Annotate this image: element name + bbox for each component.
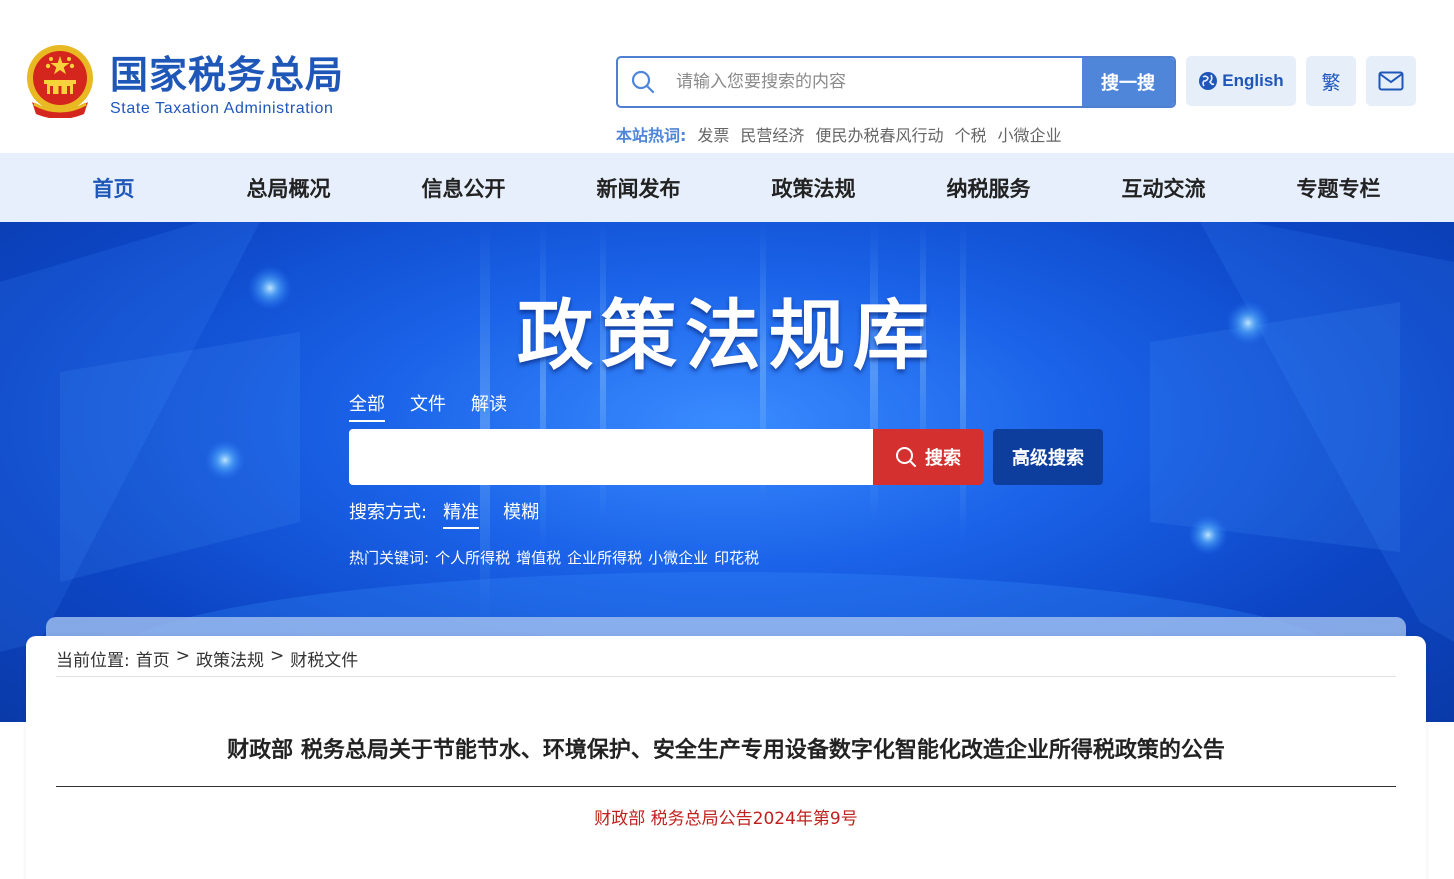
search-icon	[631, 70, 655, 94]
advanced-search-button[interactable]: 高级搜索	[993, 429, 1103, 485]
english-button[interactable]: English	[1186, 56, 1296, 106]
breadcrumb-separator: >	[175, 646, 190, 666]
policy-search-button-label: 搜索	[925, 448, 961, 469]
banner-title: 政策法规库	[517, 291, 937, 380]
site-search-box: 搜一搜	[616, 56, 1176, 108]
hot-keyword-link[interactable]: 小微企业	[648, 547, 708, 568]
traditional-chinese-button[interactable]: 繁	[1306, 56, 1356, 106]
nav-item-home[interactable]: 首页	[26, 153, 201, 222]
breadcrumb-policy[interactable]: 政策法规	[196, 646, 264, 671]
nav-item-policy[interactable]: 政策法规	[726, 153, 901, 222]
nav-item-interaction[interactable]: 互动交流	[1076, 153, 1251, 222]
site-hot-words: 本站热词: 发票 民营经济 便民办税春风行动 个税 小微企业	[616, 122, 1061, 146]
breadcrumb-label: 当前位置:	[56, 651, 130, 671]
hot-word-link[interactable]: 发票	[697, 122, 729, 146]
breadcrumb: 当前位置: 首页 > 政策法规 > 财税文件	[56, 646, 358, 671]
search-icon	[896, 447, 916, 467]
nav-item-overview[interactable]: 总局概况	[201, 153, 376, 222]
tab-documents[interactable]: 文件	[410, 390, 446, 422]
document-number: 财政部 税务总局公告2024年第9号	[594, 809, 858, 829]
search-mode: 搜索方式: 精准 模糊	[349, 498, 539, 529]
breadcrumb-divider	[56, 676, 1396, 677]
hot-keywords: 热门关键词: 个人所得税 增值税 企业所得税 小微企业 印花税	[349, 547, 759, 568]
logo-title-en[interactable]: State Taxation Administration	[110, 100, 333, 118]
hot-word-link[interactable]: 个税	[954, 122, 986, 146]
hot-keyword-link[interactable]: 增值税	[516, 547, 561, 568]
site-search-button[interactable]: 搜一搜	[1082, 58, 1174, 106]
nav-item-info-disclosure[interactable]: 信息公开	[376, 153, 551, 222]
hot-word-link[interactable]: 民营经济	[740, 122, 804, 146]
globe-icon	[1199, 72, 1218, 90]
policy-search-button[interactable]: 搜索	[873, 429, 983, 485]
banner-search-tabs: 全部 文件 解读	[349, 390, 507, 422]
mail-button[interactable]	[1366, 56, 1416, 106]
title-divider	[56, 786, 1396, 787]
hot-word-link[interactable]: 小微企业	[997, 122, 1061, 146]
hot-keywords-label: 热门关键词:	[349, 549, 430, 567]
breadcrumb-home[interactable]: 首页	[136, 646, 170, 671]
nav-item-special-topics[interactable]: 专题专栏	[1251, 153, 1426, 222]
search-mode-exact[interactable]: 精准	[443, 498, 480, 529]
site-search-input[interactable]	[676, 58, 1076, 106]
breadcrumb-fiscal-docs[interactable]: 财税文件	[290, 646, 358, 671]
hot-keyword-link[interactable]: 企业所得税	[567, 547, 642, 568]
document-title: 财政部 税务总局关于节能节水、环境保护、安全生产专用设备数字化智能化改造企业所得…	[227, 738, 1225, 763]
nav-item-news[interactable]: 新闻发布	[551, 153, 726, 222]
tab-all[interactable]: 全部	[349, 390, 385, 422]
hot-words-label: 本站热词:	[616, 126, 687, 145]
document-card: 当前位置: 首页 > 政策法规 > 财税文件 财政部 税务总局关于节能节水、环境…	[26, 636, 1426, 879]
policy-search-input[interactable]	[349, 429, 873, 485]
search-mode-fuzzy[interactable]: 模糊	[503, 498, 539, 527]
search-mode-label: 搜索方式:	[349, 502, 428, 523]
mail-icon	[1378, 71, 1404, 91]
national-emblem-icon[interactable]	[24, 44, 96, 118]
main-nav: 首页 总局概况 信息公开 新闻发布 政策法规 纳税服务 互动交流 专题专栏	[0, 153, 1454, 222]
hot-keyword-link[interactable]: 个人所得税	[435, 547, 510, 568]
breadcrumb-separator: >	[269, 646, 285, 666]
hot-word-link[interactable]: 便民办税春风行动	[815, 122, 943, 146]
hot-keyword-link[interactable]: 印花税	[714, 547, 759, 568]
english-button-label: English	[1222, 71, 1284, 90]
nav-item-tax-service[interactable]: 纳税服务	[901, 153, 1076, 222]
site-header: 国家税务总局 State Taxation Administration 搜一搜…	[0, 0, 1454, 153]
logo-title-cn[interactable]: 国家税务总局	[110, 52, 344, 98]
tab-interpretations[interactable]: 解读	[471, 390, 507, 422]
